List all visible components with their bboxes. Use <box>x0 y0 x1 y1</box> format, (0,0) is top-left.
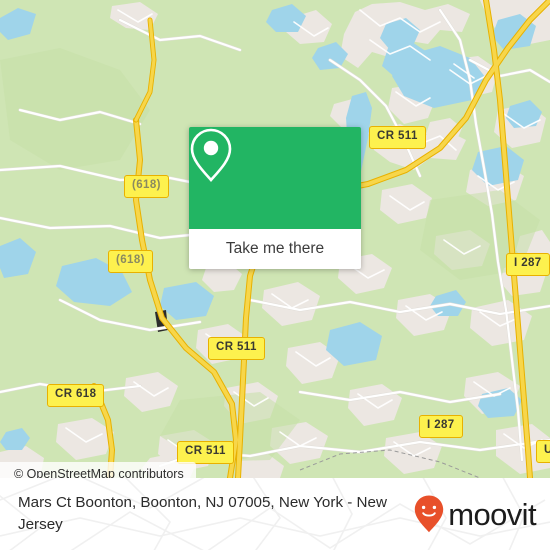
road-shield-us-edge[interactable]: U <box>536 440 550 463</box>
moovit-wordmark: moovit <box>448 496 536 532</box>
road-shield-618-lower[interactable]: (618) <box>108 250 153 273</box>
footer-bar: Mars Ct Boonton, Boonton, NJ 07005, New … <box>0 478 550 550</box>
place-name: Mars Ct Boonton, Boonton, NJ 07005, New … <box>18 494 387 533</box>
map-pin-icon <box>190 128 232 182</box>
moovit-smiley-pin-icon <box>415 495 444 533</box>
road-shield-cr618[interactable]: CR 618 <box>47 384 105 407</box>
map-attribution[interactable]: © OpenStreetMap contributors <box>0 462 196 478</box>
popup-header <box>189 127 361 229</box>
moovit-logo[interactable]: moovit <box>414 495 537 533</box>
road-shield-cr511-bottom[interactable]: CR 511 <box>177 441 234 464</box>
take-me-there-button[interactable]: Take me there <box>189 229 361 269</box>
location-popup[interactable]: Take me there <box>189 127 361 269</box>
road-shield-cr511-mid[interactable]: CR 511 <box>208 337 265 360</box>
road-shield-i287-bottom[interactable]: I 287 <box>419 415 463 438</box>
road-shield-618-upper[interactable]: (618) <box>124 175 169 198</box>
attribution-label: © OpenStreetMap contributors <box>14 467 184 478</box>
road-shield-cr511-north[interactable]: CR 511 <box>369 126 426 149</box>
take-me-there-label: Take me there <box>225 240 325 257</box>
road-shield-i287-right[interactable]: I 287 <box>506 253 550 276</box>
map-canvas[interactable]: .urb{fill:#ece7e2} .wtr{fill:#9fd4ea} .g… <box>0 0 550 478</box>
map-card: .urb{fill:#ece7e2} .wtr{fill:#9fd4ea} .g… <box>0 0 550 550</box>
